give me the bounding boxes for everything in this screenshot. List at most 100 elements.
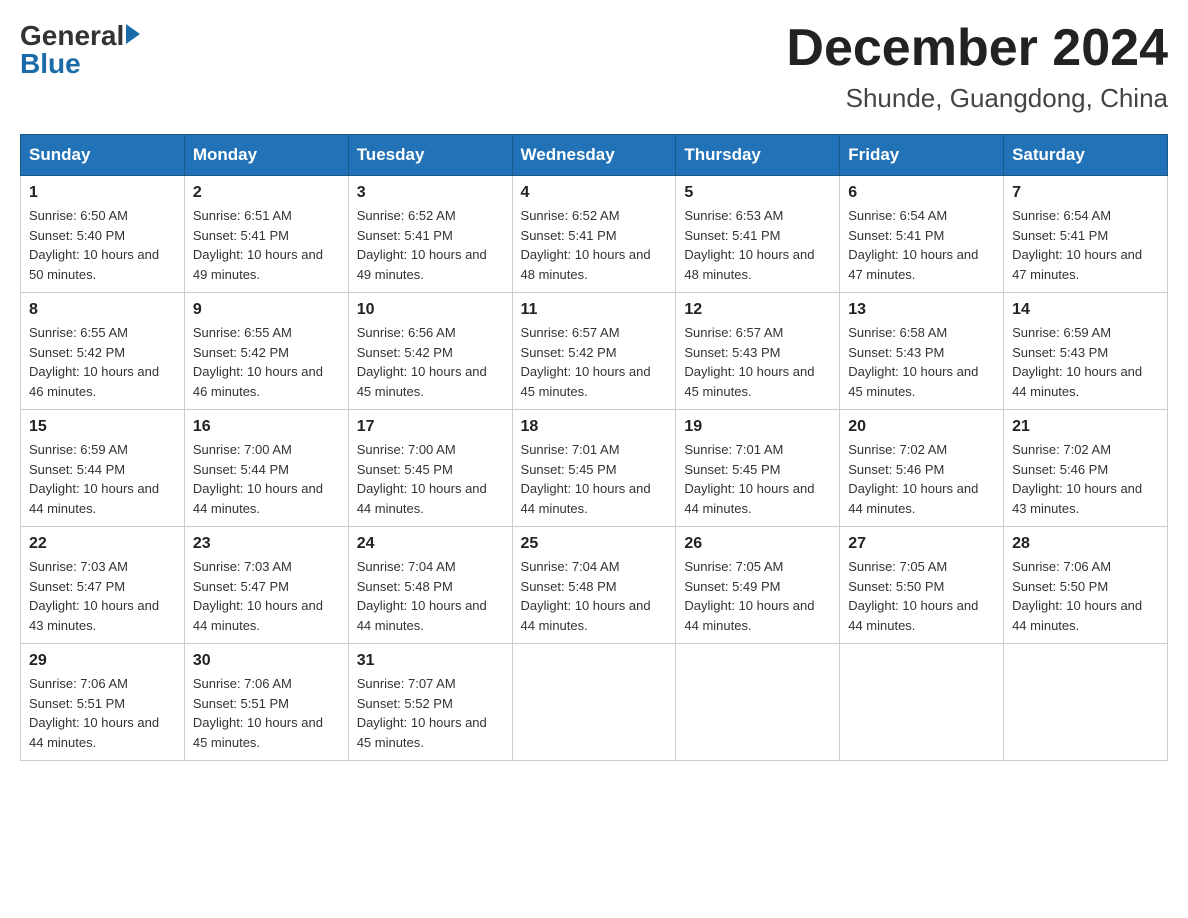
day-info: Sunrise: 6:56 AMSunset: 5:42 PMDaylight:… — [357, 323, 504, 401]
table-row — [676, 644, 840, 761]
table-row: 11Sunrise: 6:57 AMSunset: 5:42 PMDayligh… — [512, 293, 676, 410]
weekday-header-wednesday: Wednesday — [512, 135, 676, 176]
day-number: 2 — [193, 184, 340, 202]
table-row: 25Sunrise: 7:04 AMSunset: 5:48 PMDayligh… — [512, 527, 676, 644]
day-number: 8 — [29, 301, 176, 319]
table-row: 4 Sunrise: 6:52 AMSunset: 5:41 PMDaylight… — [512, 176, 676, 293]
day-number: 30 — [193, 652, 340, 670]
day-number: 10 — [357, 301, 504, 319]
weekday-header-saturday: Saturday — [1004, 135, 1168, 176]
table-row — [840, 644, 1004, 761]
table-row: 3 Sunrise: 6:52 AMSunset: 5:41 PMDaylight… — [348, 176, 512, 293]
table-row: 22 Sunrise: 7:03 AMSunset: 5:47 PMDayligh… — [21, 527, 185, 644]
day-number: 5 — [684, 184, 831, 202]
day-info: Sunrise: 6:55 AMSunset: 5:42 PMDaylight:… — [193, 323, 340, 401]
day-number: 17 — [357, 418, 504, 436]
day-info: Sunrise: 7:03 AMSunset: 5:47 PMDaylight:… — [29, 557, 176, 635]
table-row: 14 Sunrise: 6:59 AMSunset: 5:43 PMDayligh… — [1004, 293, 1168, 410]
day-number: 28 — [1012, 535, 1159, 553]
day-number: 22 — [29, 535, 176, 553]
table-row: 8 Sunrise: 6:55 AMSunset: 5:42 PMDaylight… — [21, 293, 185, 410]
logo: General Blue — [20, 20, 140, 80]
table-row: 29 Sunrise: 7:06 AMSunset: 5:51 PMDayligh… — [21, 644, 185, 761]
weekday-header-thursday: Thursday — [676, 135, 840, 176]
table-row — [1004, 644, 1168, 761]
table-row: 27 Sunrise: 7:05 AMSunset: 5:50 PMDayligh… — [840, 527, 1004, 644]
day-info: Sunrise: 7:05 AMSunset: 5:50 PMDaylight:… — [848, 557, 995, 635]
week-row-4: 22 Sunrise: 7:03 AMSunset: 5:47 PMDayligh… — [21, 527, 1168, 644]
day-number: 4 — [521, 184, 668, 202]
day-number: 19 — [684, 418, 831, 436]
day-number: 14 — [1012, 301, 1159, 319]
day-info: Sunrise: 7:05 AMSunset: 5:49 PMDaylight:… — [684, 557, 831, 635]
day-info: Sunrise: 7:00 AMSunset: 5:44 PMDaylight:… — [193, 440, 340, 518]
day-info: Sunrise: 7:01 AMSunset: 5:45 PMDaylight:… — [521, 440, 668, 518]
day-number: 20 — [848, 418, 995, 436]
table-row: 7Sunrise: 6:54 AMSunset: 5:41 PMDaylight… — [1004, 176, 1168, 293]
day-info: Sunrise: 6:53 AMSunset: 5:41 PMDaylight:… — [684, 206, 831, 284]
day-info: Sunrise: 6:50 AMSunset: 5:40 PMDaylight:… — [29, 206, 176, 284]
table-row: 31 Sunrise: 7:07 AMSunset: 5:52 PMDayligh… — [348, 644, 512, 761]
weekday-row: SundayMondayTuesdayWednesdayThursdayFrid… — [21, 135, 1168, 176]
day-number: 18 — [521, 418, 668, 436]
table-row: 20 Sunrise: 7:02 AMSunset: 5:46 PMDayligh… — [840, 410, 1004, 527]
calendar-title: December 2024 — [786, 20, 1168, 77]
day-number: 12 — [684, 301, 831, 319]
table-row: 5 Sunrise: 6:53 AMSunset: 5:41 PMDaylight… — [676, 176, 840, 293]
day-info: Sunrise: 7:00 AMSunset: 5:45 PMDaylight:… — [357, 440, 504, 518]
page-header: General Blue December 2024 Shunde, Guang… — [20, 20, 1168, 114]
calendar-subtitle: Shunde, Guangdong, China — [786, 83, 1168, 114]
day-info: Sunrise: 7:02 AMSunset: 5:46 PMDaylight:… — [1012, 440, 1159, 518]
day-info: Sunrise: 7:06 AMSunset: 5:51 PMDaylight:… — [193, 674, 340, 752]
day-number: 1 — [29, 184, 176, 202]
logo-blue-text: Blue — [20, 48, 81, 80]
day-number: 21 — [1012, 418, 1159, 436]
weekday-header-friday: Friday — [840, 135, 1004, 176]
calendar-header: SundayMondayTuesdayWednesdayThursdayFrid… — [21, 135, 1168, 176]
day-number: 15 — [29, 418, 176, 436]
day-number: 13 — [848, 301, 995, 319]
day-info: Sunrise: 6:59 AMSunset: 5:44 PMDaylight:… — [29, 440, 176, 518]
day-number: 11 — [521, 301, 668, 319]
day-number: 9 — [193, 301, 340, 319]
day-number: 26 — [684, 535, 831, 553]
day-info: Sunrise: 6:52 AMSunset: 5:41 PMDaylight:… — [521, 206, 668, 284]
day-number: 6 — [848, 184, 995, 202]
table-row: 23Sunrise: 7:03 AMSunset: 5:47 PMDayligh… — [184, 527, 348, 644]
day-number: 27 — [848, 535, 995, 553]
day-info: Sunrise: 7:06 AMSunset: 5:51 PMDaylight:… — [29, 674, 176, 752]
day-info: Sunrise: 6:57 AMSunset: 5:43 PMDaylight:… — [684, 323, 831, 401]
day-info: Sunrise: 6:51 AMSunset: 5:41 PMDaylight:… — [193, 206, 340, 284]
table-row: 9 Sunrise: 6:55 AMSunset: 5:42 PMDaylight… — [184, 293, 348, 410]
weekday-header-monday: Monday — [184, 135, 348, 176]
table-row: 28Sunrise: 7:06 AMSunset: 5:50 PMDayligh… — [1004, 527, 1168, 644]
table-row — [512, 644, 676, 761]
calendar-table: SundayMondayTuesdayWednesdayThursdayFrid… — [20, 134, 1168, 761]
table-row: 2 Sunrise: 6:51 AMSunset: 5:41 PMDaylight… — [184, 176, 348, 293]
table-row: 18 Sunrise: 7:01 AMSunset: 5:45 PMDayligh… — [512, 410, 676, 527]
day-number: 23 — [193, 535, 340, 553]
day-info: Sunrise: 6:55 AMSunset: 5:42 PMDaylight:… — [29, 323, 176, 401]
table-row: 21 Sunrise: 7:02 AMSunset: 5:46 PMDayligh… — [1004, 410, 1168, 527]
week-row-2: 8 Sunrise: 6:55 AMSunset: 5:42 PMDaylight… — [21, 293, 1168, 410]
week-row-1: 1 Sunrise: 6:50 AMSunset: 5:40 PMDaylight… — [21, 176, 1168, 293]
week-row-5: 29 Sunrise: 7:06 AMSunset: 5:51 PMDayligh… — [21, 644, 1168, 761]
day-number: 3 — [357, 184, 504, 202]
day-number: 31 — [357, 652, 504, 670]
day-info: Sunrise: 7:07 AMSunset: 5:52 PMDaylight:… — [357, 674, 504, 752]
table-row: 15 Sunrise: 6:59 AMSunset: 5:44 PMDayligh… — [21, 410, 185, 527]
day-number: 24 — [357, 535, 504, 553]
day-info: Sunrise: 6:52 AMSunset: 5:41 PMDaylight:… — [357, 206, 504, 284]
day-info: Sunrise: 7:02 AMSunset: 5:46 PMDaylight:… — [848, 440, 995, 518]
day-info: Sunrise: 6:54 AMSunset: 5:41 PMDaylight:… — [848, 206, 995, 284]
table-row: 12 Sunrise: 6:57 AMSunset: 5:43 PMDayligh… — [676, 293, 840, 410]
table-row: 16Sunrise: 7:00 AMSunset: 5:44 PMDayligh… — [184, 410, 348, 527]
table-row: 17 Sunrise: 7:00 AMSunset: 5:45 PMDayligh… — [348, 410, 512, 527]
table-row: 1 Sunrise: 6:50 AMSunset: 5:40 PMDaylight… — [21, 176, 185, 293]
day-info: Sunrise: 6:59 AMSunset: 5:43 PMDaylight:… — [1012, 323, 1159, 401]
week-row-3: 15 Sunrise: 6:59 AMSunset: 5:44 PMDayligh… — [21, 410, 1168, 527]
calendar-title-area: December 2024 Shunde, Guangdong, China — [786, 20, 1168, 114]
day-info: Sunrise: 6:58 AMSunset: 5:43 PMDaylight:… — [848, 323, 995, 401]
day-info: Sunrise: 7:01 AMSunset: 5:45 PMDaylight:… — [684, 440, 831, 518]
day-number: 29 — [29, 652, 176, 670]
